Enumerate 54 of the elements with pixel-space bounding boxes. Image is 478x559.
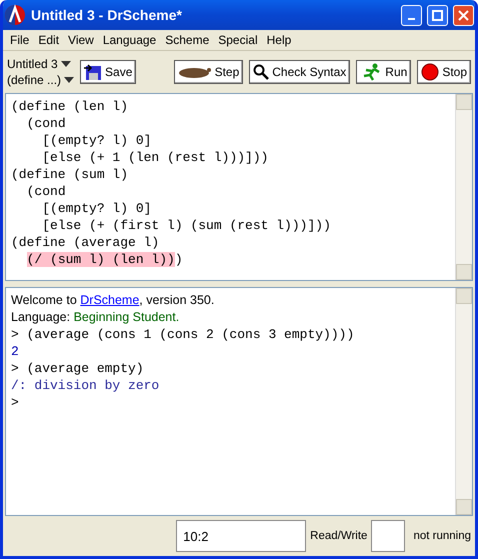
stop-sign-icon	[421, 63, 440, 81]
code-text: (define (len l)	[11, 99, 128, 114]
define-menu[interactable]: (define ...)	[7, 73, 62, 87]
welcome-message: Welcome to DrScheme, version 350.	[11, 292, 216, 309]
dropdown-arrow-icon[interactable]	[60, 61, 71, 67]
app-logo-icon	[4, 4, 26, 26]
menu-item[interactable]: Help	[264, 33, 298, 47]
check-syntax-button[interactable]: Check Syntax	[249, 60, 350, 84]
minimize-button[interactable]	[401, 4, 422, 26]
code-text: (define (sum l)	[11, 167, 128, 182]
menu-item[interactable]: Edit	[35, 33, 66, 47]
interactions-pane[interactable]: Welcome to DrScheme, version 350. Language: Beginning Student. > (average (cons 1 (cons 2 (cons 3 empty)))) 2 > (average empty) /: division by zero >	[5, 287, 473, 516]
code-text: (cond	[26, 116, 66, 131]
language-value: Beginning Student.	[74, 309, 180, 326]
stop-button[interactable]: Stop	[417, 60, 471, 84]
menu-item[interactable]: View	[65, 33, 100, 47]
code-text: [else (+ 1 (len (rest l)))]))	[42, 150, 268, 165]
definitions-editor[interactable]: (define (len l) (cond [(empty? l) 0] [else (+ 1 (len (rest l)))])) (define (sum l) (cond [(empty? l) 0] [else (+ (first l) (sum (rest l)))])) (define (average l) (/ (sum l) (len l)))	[5, 93, 473, 281]
scrollbar[interactable]	[455, 94, 472, 280]
code-text: [(empty? l) 0]	[42, 133, 152, 148]
repl-output: 2	[11, 343, 20, 360]
maximize-icon	[432, 10, 443, 20]
close-icon	[458, 10, 469, 20]
save-button[interactable]: Save	[80, 60, 136, 84]
language-label: Language:	[11, 309, 72, 326]
code-text: )	[174, 252, 183, 267]
menu-item[interactable]: Language	[100, 33, 162, 47]
status-indicator	[371, 520, 406, 552]
dropdown-arrow-icon[interactable]	[64, 77, 74, 83]
code-text: [else (+ (first l) (sum (rest l)))]))	[42, 218, 331, 233]
code-text: (cond	[26, 184, 66, 199]
file-name-menu[interactable]: Untitled 3	[7, 57, 58, 71]
menu-item[interactable]: Scheme	[162, 33, 216, 47]
mode-label: Read/Write	[310, 530, 368, 542]
position-field: 10:2	[176, 520, 306, 552]
repl-input-text: > (average (cons 1 (cons 2 (cons 3 empty))))	[11, 327, 354, 342]
maximize-button[interactable]	[427, 4, 448, 26]
window-title: Untitled 3 - DrScheme*	[31, 7, 183, 23]
run-button[interactable]: Run	[356, 60, 412, 84]
menu-item[interactable]: Special	[215, 33, 264, 47]
magnifier-icon	[253, 64, 270, 80]
repl-input-text: > (average empty)	[11, 361, 144, 376]
repl-input-text: >	[11, 395, 19, 410]
scrollbar[interactable]	[455, 288, 472, 515]
close-button[interactable]	[453, 4, 474, 26]
code-text: (define (average l)	[11, 235, 160, 250]
code-text: [(empty? l) 0]	[42, 201, 152, 216]
running-status: not running	[413, 530, 471, 542]
minimize-icon	[408, 18, 415, 20]
highlighted-code: (/ (sum l) (len l))	[26, 252, 175, 267]
error-message: /: division by zero	[11, 377, 160, 394]
step-button[interactable]: Step	[174, 60, 244, 84]
drscheme-link[interactable]: DrScheme	[80, 293, 140, 307]
menu-item[interactable]: File	[7, 33, 36, 47]
